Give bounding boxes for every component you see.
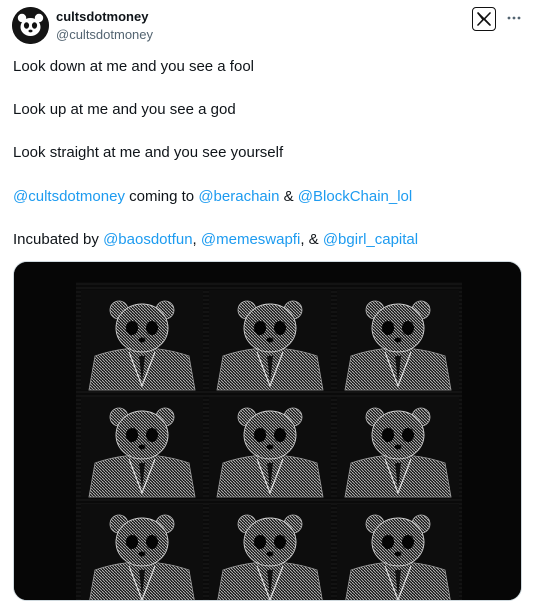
x-logo-icon[interactable] (472, 7, 496, 31)
tweet-line-4: @cultsdotmoney coming to @berachain & @B… (13, 187, 412, 207)
tweet-line-2: Look up at me and you see a god (13, 101, 236, 118)
tweet-line-3: Look straight at me and you see yourself (13, 144, 284, 161)
tweet-line-1: Look down at me and you see a fool (13, 58, 254, 75)
panda-avatar-icon (12, 7, 49, 44)
mention-cultsdotmoney[interactable]: @cultsdotmoney (13, 188, 125, 205)
tweet-media-image[interactable] (13, 261, 522, 601)
text-coming-to: coming to (124, 188, 199, 205)
text-ampersand: & (279, 188, 298, 205)
panda-figure-tile (209, 504, 331, 600)
panda-figure-tile (209, 290, 331, 391)
author-handle[interactable]: @cultsdotmoney (56, 27, 153, 42)
author-name[interactable]: cultsdotmoney (56, 9, 148, 24)
mention-memeswapfi[interactable]: @memeswapfi (201, 231, 300, 248)
panda-figure-tile (81, 504, 203, 600)
author-avatar[interactable] (12, 7, 49, 44)
panda-figure-tile (337, 504, 459, 600)
text-incubated-by: Incubated by (13, 231, 104, 248)
panda-figure-tile (337, 290, 459, 391)
more-icon[interactable] (505, 8, 523, 28)
panda-figure-tile (81, 290, 203, 391)
panda-figure-tile (337, 397, 459, 498)
text-comma-ampersand: , & (300, 231, 323, 248)
mention-baosdotfun[interactable]: @baosdotfun (103, 231, 192, 248)
mention-bgirl-capital[interactable]: @bgirl_capital (323, 231, 418, 248)
tweet-line-5: Incubated by @baosdotfun, @memeswapfi, &… (13, 230, 418, 250)
text-comma: , (192, 231, 201, 248)
panda-figure-tile (81, 397, 203, 498)
mention-blockchain-lol[interactable]: @BlockChain_lol (298, 188, 412, 205)
panda-grid-image (14, 262, 521, 600)
panda-figure-tile (209, 397, 331, 498)
mention-berachain[interactable]: @berachain (198, 188, 279, 205)
